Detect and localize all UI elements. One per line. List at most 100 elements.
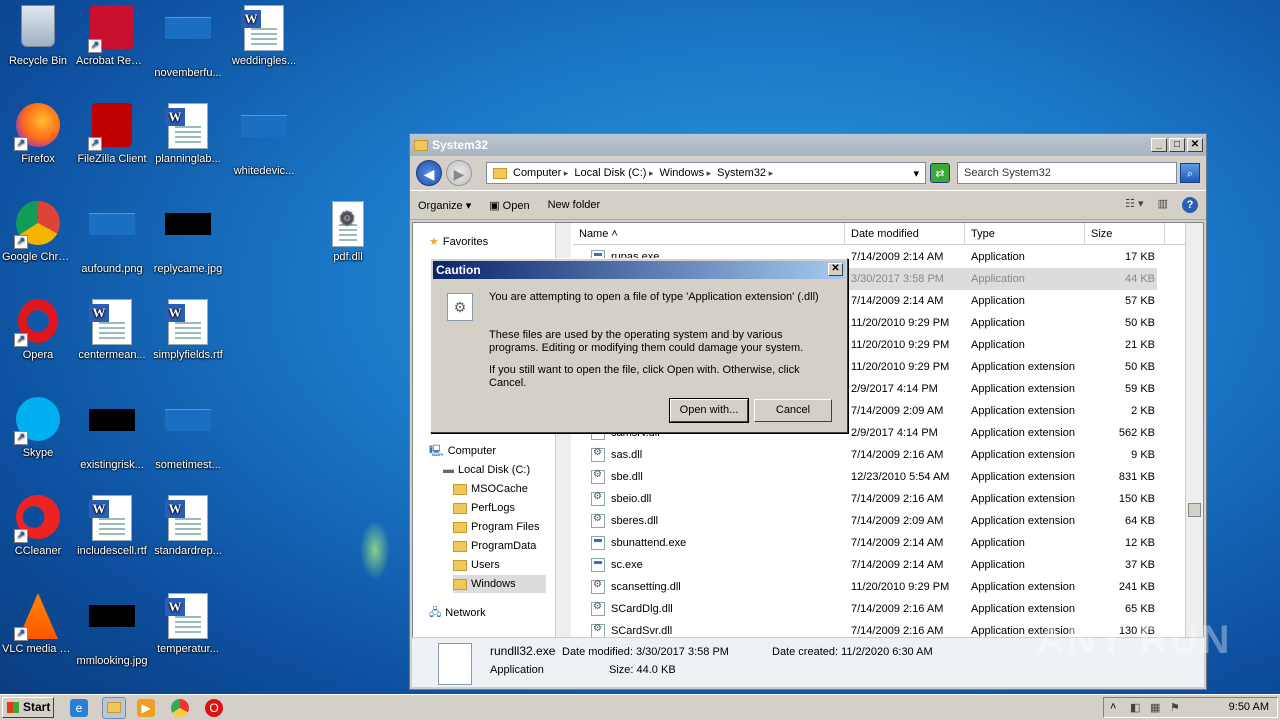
file-row[interactable]: sbeio.dll 7/14/2009 2:16 AM Application ex… — [573, 488, 1157, 510]
file-size: 50 KB — [1125, 361, 1155, 373]
desktop-icon[interactable]: Wincludescell.rtf — [74, 495, 150, 558]
desktop-icon[interactable]: ↗ Acrobat Reader DC — [74, 5, 150, 68]
search-input[interactable]: Search System32 — [957, 162, 1177, 184]
window-titlebar[interactable]: System32 _ □ ✕ — [410, 134, 1206, 156]
dialog-titlebar[interactable]: Caution ✕ — [433, 261, 845, 279]
file-size: 64 KB — [1125, 515, 1155, 527]
help-icon[interactable]: ? — [1182, 197, 1198, 213]
folder-icon — [453, 578, 467, 590]
file-row[interactable]: sbunattend.exe 7/14/2009 2:14 AM Applicati… — [573, 532, 1157, 554]
open-with-button[interactable]: Open with... — [669, 398, 749, 423]
desktop-icon[interactable]: ↗ VLC media player — [0, 593, 76, 656]
refresh-icon[interactable]: ⇄ — [930, 163, 950, 183]
nav-folder[interactable]: Windows — [453, 575, 546, 593]
nav-folder[interactable]: ProgramData — [453, 537, 555, 555]
dll-file-icon — [591, 579, 605, 594]
nav-folder[interactable]: PerfLogs — [453, 499, 545, 517]
breadcrumb-computer[interactable]: Computer — [513, 167, 568, 179]
column-type[interactable]: Type — [965, 223, 1085, 245]
desktop-icon[interactable]: Wplanninglab... — [150, 103, 226, 166]
desktop-icon[interactable]: ↗ FileZilla Client — [74, 103, 150, 166]
tray-expand-icon[interactable]: ˄ — [1110, 701, 1116, 713]
file-type: Application extension — [971, 603, 1075, 615]
start-button[interactable]: Start — [2, 697, 54, 718]
file-date: 11/20/2010 9:29 PM — [851, 361, 950, 373]
opera-taskbar-icon[interactable]: O — [205, 699, 223, 717]
new-folder-button[interactable]: New folder — [548, 199, 601, 211]
breadcrumb-system32[interactable]: System32 — [717, 167, 773, 179]
file-row[interactable]: sberes.dll 7/14/2009 2:09 AM Application e… — [573, 510, 1157, 532]
preview-pane-icon[interactable]: ▥ — [1158, 197, 1168, 213]
file-row[interactable]: sc.exe 7/14/2009 2:14 AM Application 37 KB — [573, 554, 1157, 576]
search-icon[interactable]: ⌕ — [1180, 163, 1200, 183]
flag-icon[interactable]: ⚑ — [1170, 701, 1180, 714]
desktop-icon[interactable]: aufound.png — [74, 201, 150, 276]
nav-favorites[interactable]: ★ Favorites — [429, 233, 488, 251]
desktop-icon[interactable]: ↗ Opera — [0, 299, 76, 362]
clock[interactable]: 9:50 AM — [1229, 701, 1269, 713]
scroll-thumb[interactable] — [1188, 503, 1201, 517]
column-size[interactable]: Size — [1085, 223, 1165, 245]
desktop-icon-label: pdf.dll — [333, 251, 363, 263]
chrome-taskbar-icon[interactable] — [171, 699, 189, 717]
file-list-scrollbar[interactable] — [1185, 223, 1203, 637]
desktop-icon-label: planninglab... — [155, 153, 221, 165]
file-row[interactable]: sas.dll 7/14/2009 2:16 AM Application exte… — [573, 444, 1157, 466]
desktop-icon[interactable]: Wweddingles... — [226, 5, 302, 68]
desktop-icon[interactable]: replycame.jpg — [150, 201, 226, 276]
address-bar[interactable]: Computer Local Disk (C:) Windows System3… — [486, 162, 926, 184]
ie-icon[interactable]: e — [70, 699, 88, 717]
desktop-icon[interactable]: Recycle Bin — [0, 5, 76, 68]
close-button[interactable]: ✕ — [1187, 138, 1203, 152]
desktop-icon-label: FileZilla Client — [77, 153, 147, 165]
nav-network[interactable]: 🖧 Network — [429, 604, 486, 622]
media-player-icon[interactable]: ▶ — [137, 699, 155, 717]
desktop-icon[interactable]: Wtemperatur... — [150, 593, 226, 656]
network-tray-icon[interactable]: ▦ — [1150, 701, 1160, 714]
file-row[interactable]: sbe.dll 12/23/2010 5:54 AM Application ext… — [573, 466, 1157, 488]
desktop-icon[interactable]: Wcentermean... — [74, 299, 150, 362]
desktop-icon[interactable]: whitedevic... — [226, 103, 302, 178]
image-file-icon — [88, 409, 136, 457]
view-options-icon[interactable]: ☷ ▾ — [1125, 197, 1143, 213]
nav-computer[interactable]: 🖳 Computer — [429, 442, 496, 460]
speaker-icon[interactable]: ◧ — [1130, 701, 1140, 714]
desktop-icon[interactable]: ↗ Firefox — [0, 103, 76, 166]
nav-local-disk[interactable]: ▬ Local Disk (C:) — [443, 461, 530, 479]
dialog-close-button[interactable]: ✕ — [828, 263, 843, 276]
desktop-icon[interactable]: Wstandardrep... — [150, 495, 226, 558]
back-button[interactable]: ◀ — [416, 160, 442, 186]
desktop-icon[interactable]: ↗ Google Chrome — [0, 201, 76, 264]
breadcrumb-windows[interactable]: Windows — [659, 167, 711, 179]
chevron-down-icon[interactable]: ▾ — [913, 167, 919, 180]
desktop-icon[interactable]: ↗ CCleaner — [0, 495, 76, 558]
dll-file-icon — [591, 623, 605, 637]
file-size: 2 KB — [1131, 405, 1155, 417]
desktop-icon[interactable]: Wsimplyfields.rtf — [150, 299, 226, 362]
file-type: Application extension — [971, 471, 1075, 483]
desktop-icon[interactable]: mmlooking.jpg — [74, 593, 150, 668]
file-row[interactable]: SCardDlg.dll 7/14/2009 2:16 AM Application… — [573, 598, 1157, 620]
desktop-icon[interactable]: novemberfu... — [150, 5, 226, 80]
nav-folder[interactable]: MSOCache — [453, 480, 555, 498]
desktop-icon[interactable]: ⚙ pdf.dll — [310, 201, 386, 264]
forward-button[interactable]: ▶ — [446, 160, 472, 186]
nav-folder[interactable]: Users — [453, 556, 530, 574]
maximize-button[interactable]: □ — [1169, 138, 1185, 152]
file-row[interactable]: scansetting.dll 11/20/2010 9:29 PM Applica… — [573, 576, 1157, 598]
breadcrumb-local-disk[interactable]: Local Disk (C:) — [574, 167, 653, 179]
organize-button[interactable]: Organize ▾ — [418, 199, 471, 212]
cancel-button[interactable]: Cancel — [754, 399, 832, 422]
desktop-icon[interactable]: ↗ Skype — [0, 397, 76, 460]
desktop-icon[interactable]: sometimest... — [150, 397, 226, 472]
explorer-taskbar-icon[interactable] — [102, 697, 126, 719]
column-name[interactable]: Name ˄ — [573, 223, 845, 245]
nav-folder[interactable]: Program Files — [453, 518, 555, 536]
file-date: 7/14/2009 2:16 AM — [851, 449, 944, 461]
open-button[interactable]: ▣ Open — [489, 199, 529, 212]
minimize-button[interactable]: _ — [1151, 138, 1167, 152]
file-size: 9 KB — [1131, 449, 1155, 461]
desktop-icon[interactable]: existingrisk... — [74, 397, 150, 472]
column-date[interactable]: Date modified — [845, 223, 965, 245]
folder-icon — [453, 559, 467, 571]
